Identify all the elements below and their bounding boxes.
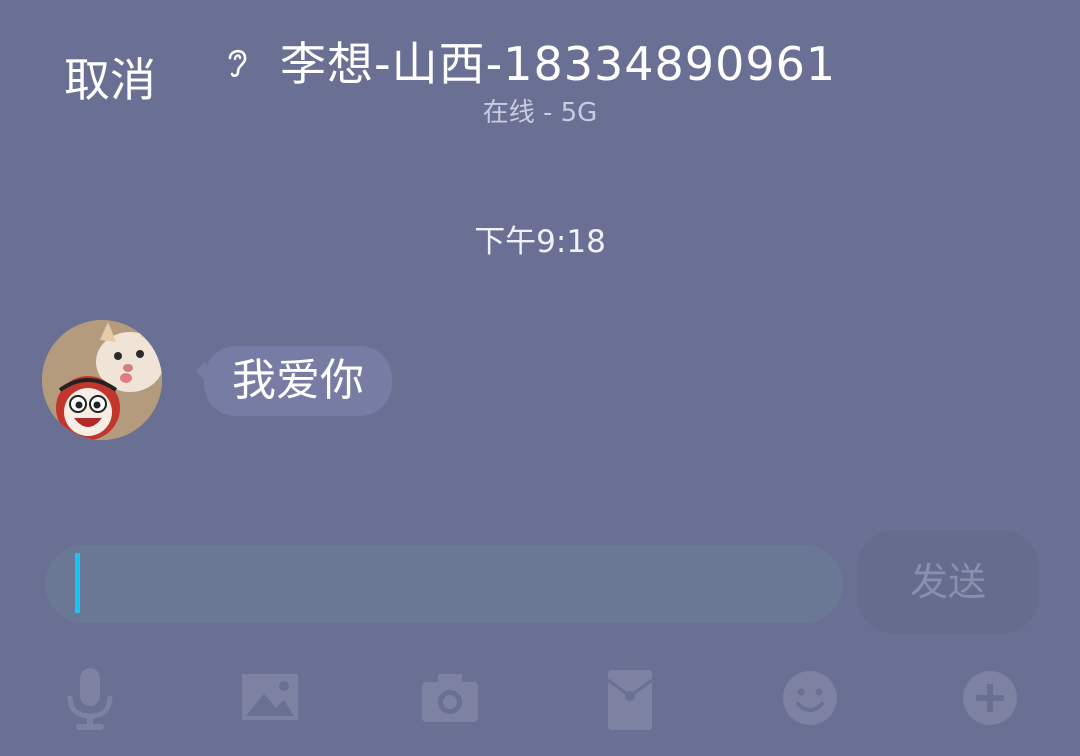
message-timestamp: 下午9:18	[474, 224, 606, 260]
avatar-image	[42, 320, 162, 440]
text-caret	[75, 553, 80, 613]
microphone-icon[interactable]	[50, 660, 130, 740]
ear-icon	[228, 49, 247, 78]
input-toolbar	[0, 660, 1080, 750]
contact-avatar[interactable]	[42, 320, 162, 440]
emoji-icon[interactable]	[770, 660, 850, 740]
message-bubble[interactable]: 我爱你	[204, 346, 392, 416]
connection-status: 在线 - 5G	[482, 98, 598, 128]
image-icon[interactable]	[230, 660, 310, 740]
chat-header: 取消 李想-山西-18334890961 在线 - 5G	[0, 0, 1080, 130]
send-button[interactable]: 发送	[858, 531, 1038, 633]
plus-icon[interactable]	[950, 660, 1030, 740]
contact-title: 李想-山西-18334890961	[280, 37, 837, 91]
red-envelope-icon[interactable]	[590, 660, 670, 740]
camera-icon[interactable]	[410, 660, 490, 740]
message-input[interactable]	[45, 545, 843, 623]
